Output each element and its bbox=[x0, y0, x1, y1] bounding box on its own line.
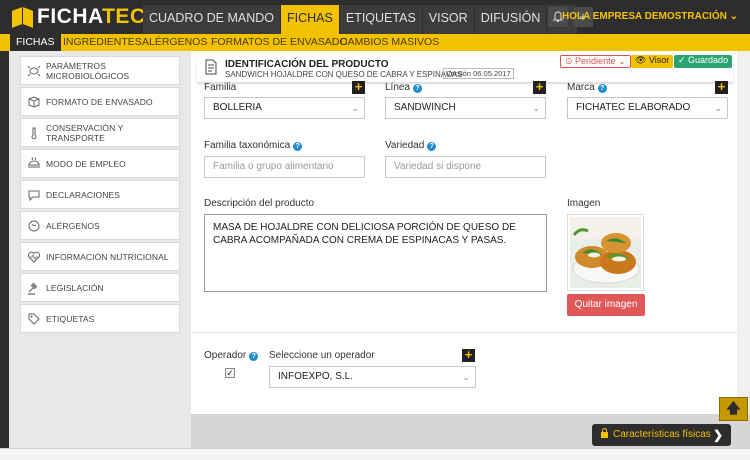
operador-label: Operador? bbox=[204, 350, 259, 361]
familia-select[interactable]: BOLLERIA ⌄ bbox=[204, 97, 365, 119]
version-label: Versión 06.05.2017 bbox=[443, 68, 514, 79]
descripcion-label: Descripción del producto bbox=[204, 198, 315, 209]
left-edge-strip bbox=[0, 51, 9, 460]
marca-select[interactable]: FICHATEC ELABORADO ⌄ bbox=[567, 97, 728, 119]
nav-difusion[interactable]: DIFUSIÓN bbox=[474, 5, 547, 34]
add-linea-button[interactable]: + bbox=[533, 80, 546, 94]
footer-strip bbox=[0, 448, 750, 460]
help-icon[interactable]: ? bbox=[597, 84, 607, 93]
subnav-cambios-masivos[interactable]: CAMBIOS MASIVOS bbox=[340, 34, 439, 51]
sidebar-item-label: FORMATO DE ENVASADO bbox=[46, 96, 153, 107]
chevron-right-icon: ❯ bbox=[712, 428, 723, 442]
descripcion-textarea[interactable]: MASA DE HOJALDRE CON DELICIOSA PORCIÓN D… bbox=[204, 214, 547, 292]
microbe-icon bbox=[27, 65, 41, 76]
sidebar-item-informacion-nutricional[interactable]: INFORMACIÓN NUTRICIONAL bbox=[20, 242, 180, 271]
linea-select[interactable]: SANDWINCH ⌄ bbox=[385, 97, 546, 119]
sidebar-item-label: ETIQUETAS bbox=[46, 313, 95, 324]
operador-select[interactable]: INFOEXPO, S.L. ⌄ bbox=[269, 366, 476, 388]
nav-fichas[interactable]: FICHAS bbox=[281, 5, 339, 34]
variedad-label: Variedad? bbox=[385, 140, 437, 151]
imagen-label: Imagen bbox=[567, 198, 601, 209]
sidebar-item-parametros-microbiologicos[interactable]: PARÁMETROS MICROBIOLÓGICOS bbox=[20, 56, 180, 85]
speech-bubble-icon bbox=[28, 190, 40, 201]
visor-button[interactable]: 👁 Visor bbox=[631, 55, 674, 68]
section-divider bbox=[191, 332, 737, 333]
help-icon[interactable]: ? bbox=[427, 142, 437, 151]
user-menu[interactable]: HOLA EMPRESA DEMOSTRACIÓN ⌄ bbox=[562, 11, 738, 22]
seleccione-operador-label: Seleccione un operador bbox=[269, 350, 375, 361]
cooking-pot-icon bbox=[28, 156, 40, 167]
chevron-down-icon: ⌄ bbox=[351, 103, 359, 113]
help-icon[interactable]: ? bbox=[249, 352, 259, 361]
remove-image-button[interactable]: Quitar imagen bbox=[567, 294, 645, 316]
main-scrollbar[interactable] bbox=[737, 51, 750, 414]
chevron-down-icon: ⌄ bbox=[532, 103, 540, 113]
help-icon[interactable]: ? bbox=[293, 142, 303, 151]
subnav-fichas[interactable]: FICHAS bbox=[10, 34, 61, 51]
heart-pulse-icon bbox=[27, 251, 41, 263]
sidebar-item-label: ALÉRGENOS bbox=[46, 220, 100, 231]
sidebar-item-legislacion[interactable]: LEGISLACIÓN bbox=[20, 273, 180, 302]
sidebar-item-declaraciones[interactable]: DECLARACIONES bbox=[20, 180, 180, 209]
sidebar-item-formato-envasado[interactable]: FORMATO DE ENVASADO bbox=[20, 87, 180, 116]
sidebar-item-label: DECLARACIONES bbox=[46, 189, 121, 200]
document-icon bbox=[205, 59, 217, 75]
logo-mark-icon bbox=[12, 6, 34, 28]
sidebar-item-label: INFORMACIÓN NUTRICIONAL bbox=[46, 251, 169, 262]
sidebar-item-label: PARÁMETROS MICROBIOLÓGICOS bbox=[46, 60, 130, 81]
nav-etiquetas[interactable]: ETIQUETAS bbox=[339, 5, 422, 34]
add-familia-button[interactable]: + bbox=[352, 80, 365, 94]
familia-taxonomica-label: Familia taxonómica? bbox=[204, 140, 303, 151]
section-title: IDENTIFICACIÓN DEL PRODUCTO bbox=[225, 59, 389, 70]
familia-taxonomica-input[interactable]: Familia o grupo alimentario bbox=[204, 156, 365, 178]
status-pending-dropdown[interactable]: ⊙ Pendiente ⌄ bbox=[560, 55, 631, 68]
sub-navbar: FICHAS INGREDIENTES ALÉRGENOS FORMATOS D… bbox=[0, 34, 750, 51]
box-icon bbox=[28, 95, 40, 108]
sections-sidebar: PARÁMETROS MICROBIOLÓGICOS FORMATO DE EN… bbox=[20, 56, 180, 335]
linea-label: Línea? bbox=[385, 82, 423, 93]
product-name: SANDWICH HOJALDRE CON QUESO DE CABRA Y E… bbox=[225, 70, 463, 79]
tag-icon bbox=[28, 313, 40, 325]
chevron-down-icon: ⌄ bbox=[714, 103, 722, 113]
help-icon[interactable]: ? bbox=[413, 84, 423, 93]
sidebar-item-conservacion-transporte[interactable]: CONSERVACIÓN Y TRANSPORTE bbox=[20, 118, 180, 147]
variedad-input[interactable]: Variedad si dispone bbox=[385, 156, 546, 178]
sidebar-item-label: LEGISLACIÓN bbox=[46, 282, 104, 293]
nav-visor[interactable]: VISOR bbox=[422, 5, 474, 34]
fichatec-logo[interactable]: FICHATEC bbox=[12, 4, 146, 30]
sidebar-item-modo-empleo[interactable]: MODO DE EMPLEO bbox=[20, 149, 180, 178]
pastry-photo bbox=[570, 217, 641, 288]
sidebar-item-etiquetas[interactable]: ETIQUETAS bbox=[20, 304, 180, 333]
sidebar-item-alergenos[interactable]: ALÉRGENOS bbox=[20, 211, 180, 240]
gavel-icon bbox=[28, 282, 38, 295]
sidebar-item-label: MODO DE EMPLEO bbox=[46, 158, 126, 169]
subnav-formatos-envasado[interactable]: FORMATOS DE ENVASADO bbox=[211, 34, 348, 51]
lock-icon bbox=[601, 428, 608, 438]
caracteristicas-fisicas-button[interactable]: Características físicas ❯ bbox=[592, 424, 731, 446]
sidebar-item-label: CONSERVACIÓN Y TRANSPORTE bbox=[46, 122, 124, 143]
chevron-down-icon: ⌄ bbox=[462, 372, 470, 382]
thermometer-icon bbox=[31, 127, 37, 139]
nav-cuadro-de-mando[interactable]: CUADRO DE MANDO bbox=[143, 5, 281, 34]
saved-badge[interactable]: ✓ Guardado bbox=[674, 55, 733, 68]
marca-label: Marca? bbox=[567, 82, 607, 93]
product-image bbox=[567, 214, 644, 291]
product-header: IDENTIFICACIÓN DEL PRODUCTO SANDWICH HOJ… bbox=[197, 55, 733, 83]
allergen-icon bbox=[28, 220, 40, 231]
familia-label: Familia bbox=[204, 82, 237, 93]
add-marca-button[interactable]: + bbox=[715, 80, 728, 94]
top-navbar: FICHATEC CUADRO DE MANDO FICHAS ETIQUETA… bbox=[0, 0, 750, 34]
add-operador-button[interactable]: + bbox=[462, 348, 475, 362]
subnav-ingredientes[interactable]: INGREDIENTES bbox=[63, 34, 142, 51]
subnav-alergenos[interactable]: ALÉRGENOS bbox=[142, 34, 207, 51]
main-nav: CUADRO DE MANDO FICHAS ETIQUETAS VISOR D… bbox=[143, 5, 578, 34]
operador-checkbox[interactable]: ✓ bbox=[225, 368, 235, 378]
scroll-top-button[interactable]: 🡅 bbox=[719, 397, 748, 421]
